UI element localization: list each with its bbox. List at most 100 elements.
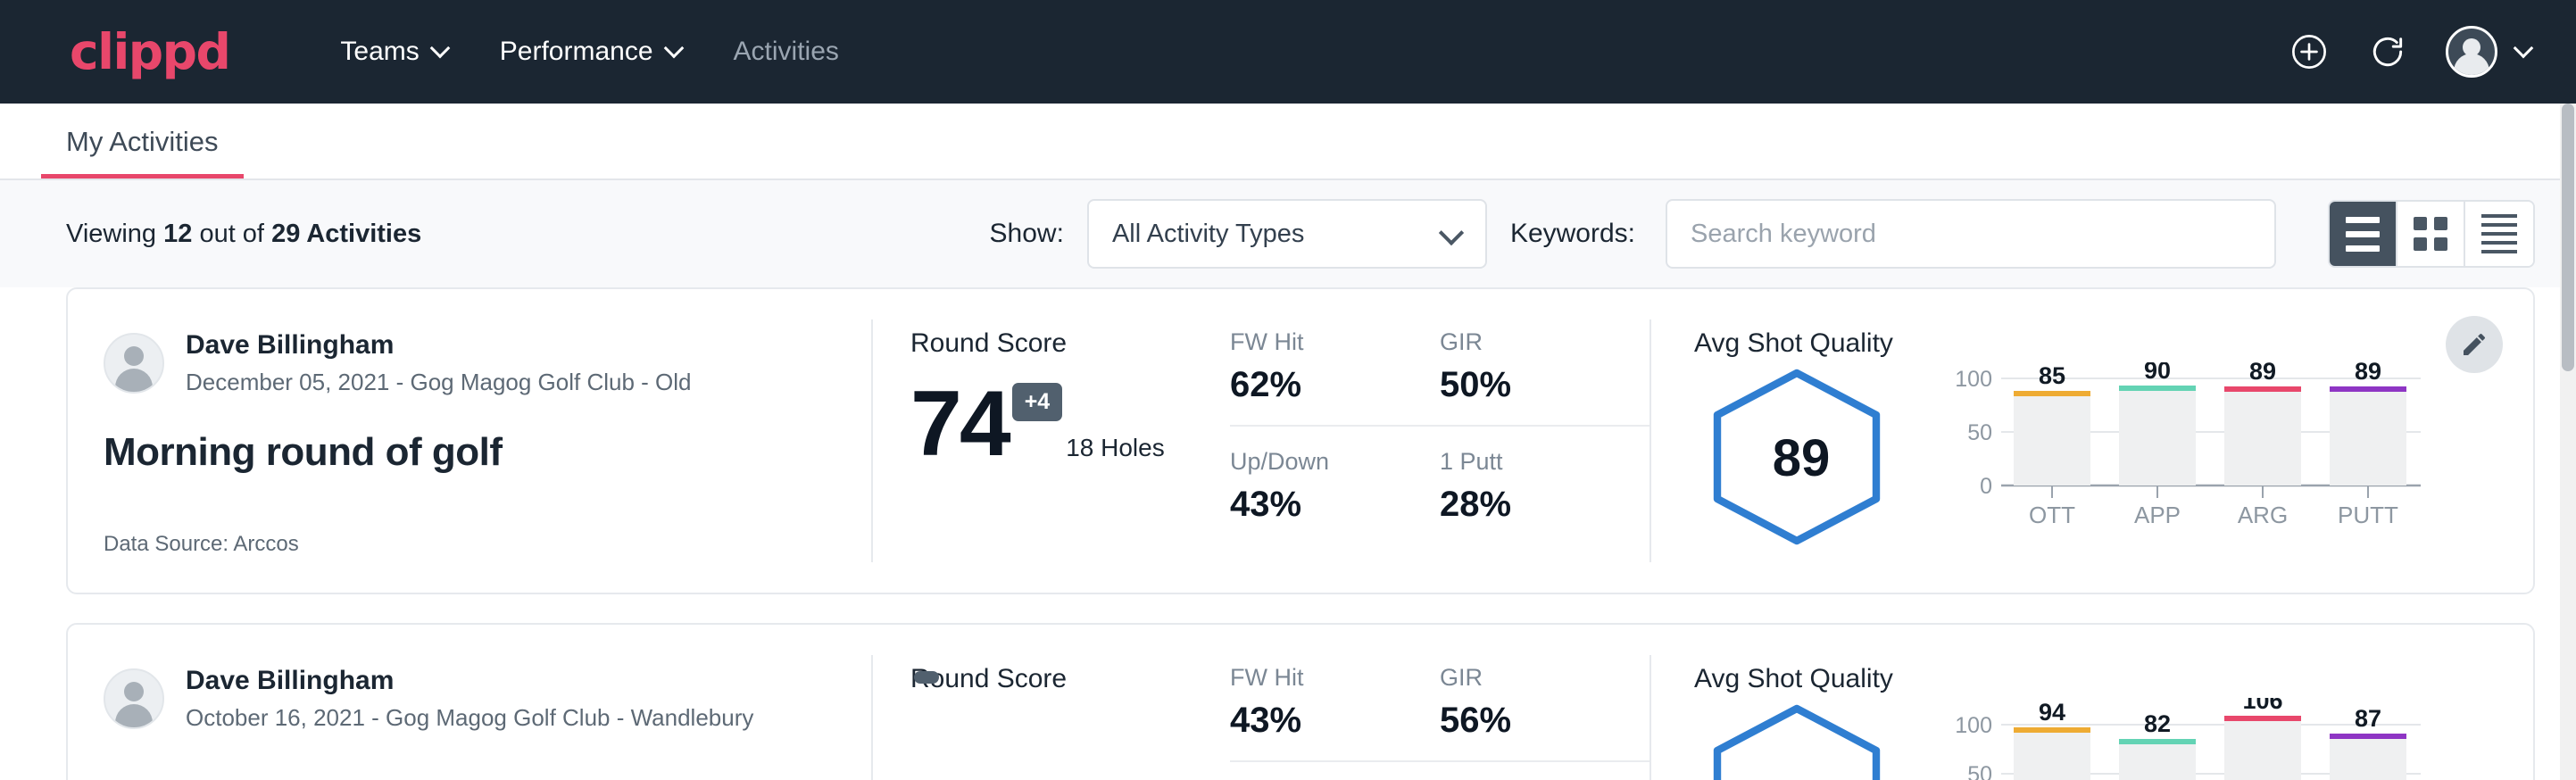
stat-value: 50%	[1440, 365, 1623, 405]
viewing-total: 29 Activities	[271, 220, 421, 248]
nav-actions	[2289, 26, 2533, 78]
stat-fw-hit: FW Hit 62%	[1230, 328, 1440, 427]
stat-value: 62%	[1230, 365, 1413, 405]
nav-item-performance[interactable]: Performance	[475, 24, 709, 79]
avg-shot-quality-label: Avg Shot Quality	[1694, 328, 2533, 359]
nav-item-activities-label: Activities	[734, 37, 839, 67]
stat-label: 1 Putt	[1440, 448, 1623, 476]
svg-text:94: 94	[2039, 699, 2065, 726]
avatar-head	[124, 682, 144, 701]
svg-text:PUTT: PUTT	[2338, 502, 2398, 528]
svg-text:85: 85	[2039, 362, 2065, 389]
list-view-icon	[2346, 217, 2380, 252]
filter-bar: Viewing 12 out of 29 Activities Show: Al…	[0, 180, 2576, 287]
search-placeholder: Search keyword	[1691, 220, 1876, 249]
stat-label: GIR	[1440, 328, 1623, 356]
view-mode-grid-button[interactable]	[2397, 202, 2465, 266]
stat-label: FW Hit	[1230, 664, 1413, 692]
shot-quality-bar-chart: 100 50 0 94 82 106 8	[1932, 698, 2533, 780]
svg-text:89: 89	[2355, 362, 2381, 385]
round-stats-column: FW Hit 43% GIR 56%	[1230, 625, 1649, 780]
stat-gir: GIR 56%	[1440, 664, 1649, 762]
shot-quality-value: 89	[1703, 428, 1899, 488]
round-score-value: 74	[910, 382, 1009, 468]
bar-chart-svg: 100 50 0 94 82 106 8	[1932, 698, 2431, 780]
activity-card-list: Dave Billingham December 05, 2021 - Gog …	[0, 287, 2576, 780]
account-menu[interactable]	[2446, 26, 2533, 78]
svg-text:82: 82	[2144, 710, 2171, 737]
tab-bar: My Activities	[0, 104, 2576, 180]
show-label: Show:	[990, 219, 1064, 249]
activity-data-source: Data Source: Arccos	[104, 532, 871, 557]
score-differential-badge	[914, 671, 939, 684]
svg-text:100: 100	[1955, 367, 1992, 392]
stat-gir: GIR 50%	[1440, 328, 1649, 427]
grid-view-icon	[2414, 217, 2447, 251]
view-mode-compact-button[interactable]	[2465, 202, 2533, 266]
activity-card[interactable]: Dave Billingham October 16, 2021 - Gog M…	[66, 623, 2535, 780]
stat-up-down: Up/Down 43%	[1230, 448, 1440, 525]
svg-text:0: 0	[1980, 474, 1992, 499]
activity-card[interactable]: Dave Billingham December 05, 2021 - Gog …	[66, 287, 2535, 594]
plus-circle-icon[interactable]	[2289, 31, 2330, 72]
nav-item-teams[interactable]: Teams	[315, 24, 474, 79]
stat-value: 56%	[1440, 701, 1623, 741]
avg-shot-quality-body: 89 100 50 0 85	[1694, 362, 2533, 551]
svg-text:100: 100	[1955, 713, 1992, 738]
top-navigation-bar: clippd Teams Performance Activities	[0, 0, 2576, 104]
keywords-label: Keywords:	[1510, 219, 1635, 249]
view-mode-toggle-group	[2328, 200, 2535, 268]
avatar	[104, 333, 164, 394]
avatar-head	[124, 346, 144, 366]
clippd-logo[interactable]: clippd	[70, 28, 229, 77]
activity-count-summary: Viewing 12 out of 29 Activities	[66, 220, 421, 249]
activity-type-select[interactable]: All Activity Types	[1087, 199, 1487, 269]
shot-quality-hexagon	[1703, 703, 1899, 780]
svg-text:87: 87	[2355, 705, 2381, 732]
player-name: Dave Billingham	[186, 664, 753, 698]
player-name: Dave Billingham	[186, 328, 692, 362]
primary-nav: Teams Performance Activities	[315, 24, 863, 79]
avg-shot-quality-column: Avg Shot Quality 100 50 0	[1651, 625, 2533, 780]
svg-text:50: 50	[1967, 420, 1992, 445]
holes-played: 18 Holes	[1066, 434, 1165, 462]
tab-my-activities[interactable]: My Activities	[41, 126, 244, 178]
account-avatar-icon[interactable]	[2446, 26, 2497, 78]
stat-value: 28%	[1440, 485, 1623, 525]
activity-title: Morning round of golf	[104, 430, 871, 475]
score-differential-badge: +4	[1012, 383, 1063, 421]
refresh-icon[interactable]	[2367, 31, 2408, 72]
chevron-down-icon	[1442, 224, 1462, 244]
avatar-body	[115, 369, 153, 392]
stat-value: 43%	[1230, 701, 1413, 741]
avg-shot-quality-column: Avg Shot Quality 89 100	[1651, 289, 2533, 593]
nav-item-teams-label: Teams	[340, 37, 419, 67]
shot-quality-hexagon: 89	[1703, 368, 1899, 551]
stat-value: 43%	[1230, 485, 1413, 525]
edit-activity-button[interactable]	[2446, 316, 2503, 373]
activity-summary-column: Dave Billingham October 16, 2021 - Gog M…	[68, 625, 871, 780]
stat-label: Up/Down	[1230, 448, 1413, 476]
chevron-down-icon	[666, 40, 684, 58]
compact-view-icon	[2481, 214, 2517, 253]
svg-text:89: 89	[2249, 362, 2276, 385]
scrollbar-thumb[interactable]	[2562, 104, 2574, 371]
round-score-column: Round Score	[873, 625, 1230, 780]
svg-text:APP: APP	[2134, 502, 2181, 528]
shot-quality-bar-chart: 100 50 0 85 90 89	[1932, 362, 2533, 545]
round-score-label: Round Score	[910, 328, 1230, 359]
activity-summary-column: Dave Billingham December 05, 2021 - Gog …	[68, 289, 871, 593]
page-scrollbar[interactable]	[2560, 104, 2576, 780]
viewing-middle: out of	[199, 220, 264, 248]
svg-text:90: 90	[2144, 362, 2171, 384]
round-stats-column: FW Hit 62% GIR 50% Up/Down 43% 1 Putt 28…	[1230, 289, 1649, 593]
view-mode-list-button[interactable]	[2330, 202, 2397, 266]
activity-type-value: All Activity Types	[1112, 220, 1304, 249]
avatar-body	[2454, 54, 2489, 77]
nav-item-activities[interactable]: Activities	[709, 24, 864, 79]
svg-text:50: 50	[1967, 762, 1992, 780]
activity-meta: December 05, 2021 - Gog Magog Golf Club …	[186, 366, 692, 398]
avatar-body	[115, 704, 153, 727]
search-input[interactable]: Search keyword	[1666, 199, 2276, 269]
svg-text:ARG: ARG	[2238, 502, 2288, 528]
